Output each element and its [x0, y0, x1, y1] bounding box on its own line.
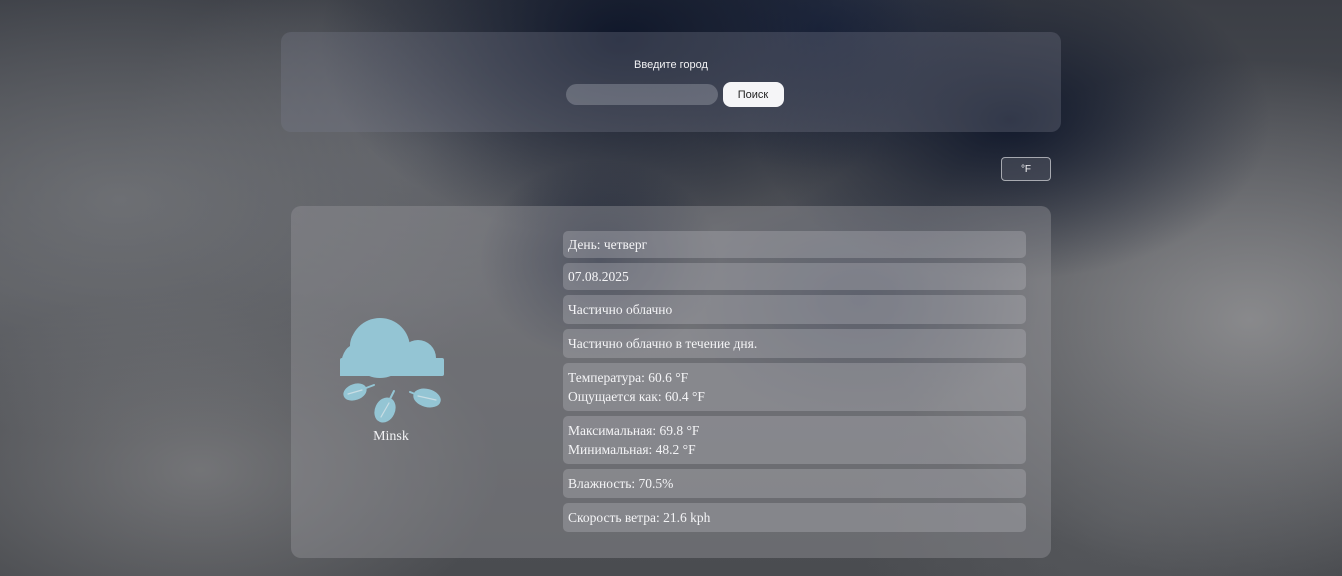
- condition-text: Частично облачно: [568, 301, 673, 317]
- city-name: Minsk: [373, 429, 409, 444]
- wind-row: Скорость ветра: 21.6 kph: [563, 503, 1026, 532]
- city-search-input[interactable]: [565, 84, 718, 105]
- cloud-rain-icon: [340, 318, 444, 423]
- description-text: Частично облачно в течение дня.: [568, 335, 758, 351]
- day-row: День: четверг: [563, 231, 1026, 258]
- max-temp-text: Максимальная: 69.8 °F: [568, 423, 700, 438]
- search-button[interactable]: Поиск: [722, 82, 784, 107]
- humidity-text: Влажность: 70.5%: [568, 475, 674, 491]
- temperature-row: Температура: 60.6 °F Ощущается как: 60.4…: [563, 363, 1026, 411]
- description-row: Частично облачно в течение дня.: [563, 329, 1026, 358]
- temperature-text: Температура: 60.6 °F: [568, 370, 689, 385]
- search-panel: Введите город Поиск: [281, 32, 1061, 132]
- wind-speed-text: Скорость ветра: 21.6 kph: [568, 509, 711, 525]
- feels-like-text: Ощущается как: 60.4 °F: [568, 389, 705, 404]
- day-text: День: четверг: [568, 236, 648, 252]
- unit-toggle-button[interactable]: °F: [1001, 157, 1051, 181]
- search-row: Поиск: [281, 82, 1061, 107]
- weather-info-list: День: четверг 07.08.2025 Частично облачн…: [563, 231, 1026, 537]
- min-temp-text: Минимальная: 48.2 °F: [568, 442, 696, 457]
- condition-row: Частично облачно: [563, 295, 1026, 324]
- weather-card: Minsk День: четверг 07.08.2025 Частично …: [291, 206, 1051, 558]
- humidity-row: Влажность: 70.5%: [563, 469, 1026, 498]
- search-label: Введите город: [634, 59, 708, 71]
- min-max-row: Максимальная: 69.8 °F Минимальная: 48.2 …: [563, 416, 1026, 464]
- date-text: 07.08.2025: [568, 268, 629, 284]
- date-row: 07.08.2025: [563, 263, 1026, 290]
